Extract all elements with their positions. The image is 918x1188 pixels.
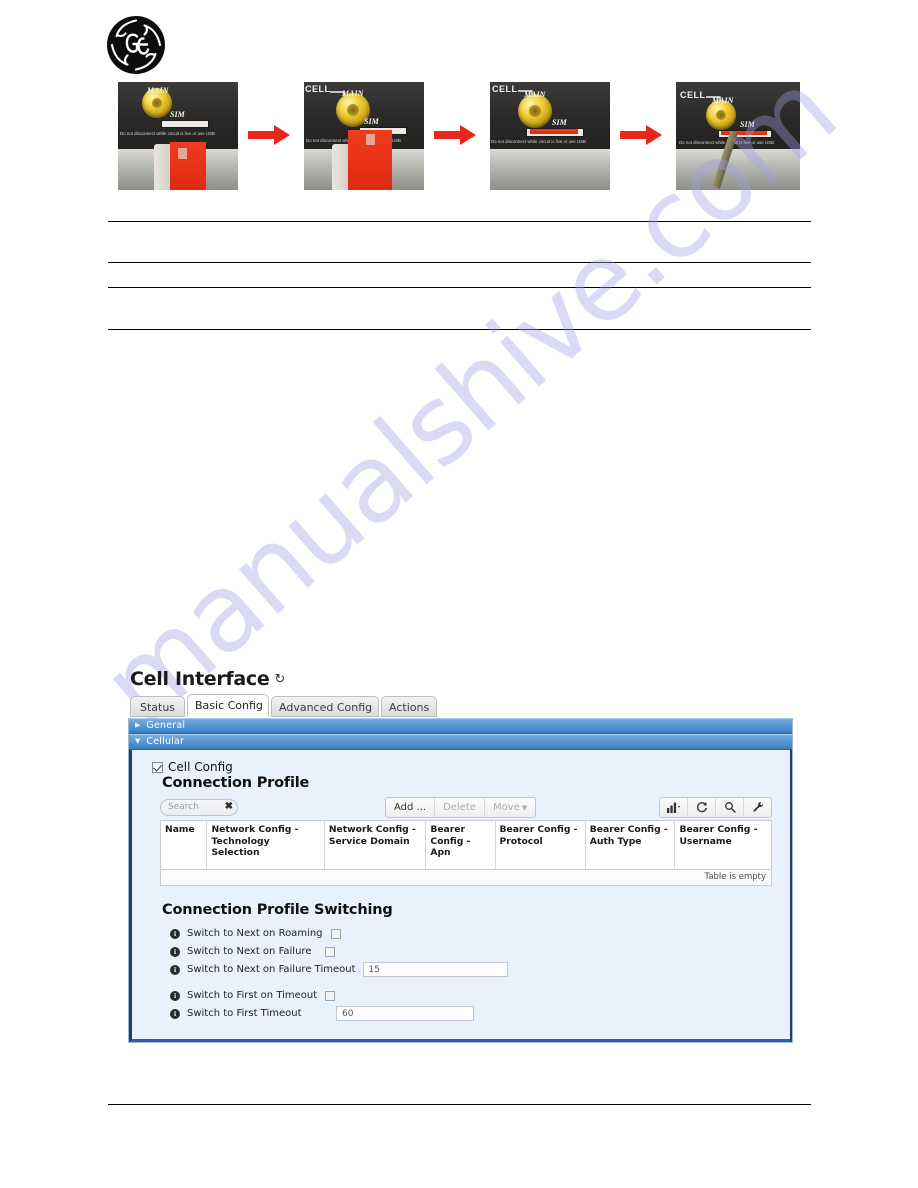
arrow-icon-2 — [434, 124, 476, 146]
section-label-cellular: Cellular — [146, 736, 185, 747]
chevron-right-icon: ▶ — [135, 721, 141, 729]
refresh-icon[interactable] — [688, 797, 716, 817]
cell-config-checkbox[interactable] — [152, 761, 163, 773]
photo-sim-insert-step-3: CELL MAIN SIM Do not disconnect while ci… — [490, 82, 610, 190]
page-title: Cell Interface ↻ — [130, 668, 793, 690]
table-header-row: Name Network Config - Technology Selecti… — [160, 820, 772, 870]
field-label: Switch to Next on Roaming — [187, 928, 323, 939]
info-icon[interactable]: i — [170, 990, 180, 1001]
field-label: Switch to Next on Failure Timeout — [187, 964, 356, 975]
move-button[interactable]: Move ▼ — [485, 798, 535, 817]
tab-advanced-config[interactable]: Advanced Config — [271, 696, 379, 717]
section-label-general: General — [146, 720, 186, 731]
search-clear-icon[interactable]: ✖ — [225, 802, 235, 812]
section-header-general[interactable]: ▶ General — [129, 718, 792, 734]
field-switch-next-on-failure-timeout: i Switch to Next on Failure Timeout 15 — [170, 961, 790, 979]
col-name[interactable]: Name — [160, 820, 208, 870]
table-empty-row: Table is empty — [160, 869, 772, 885]
cell-config-label: Cell Config — [168, 760, 233, 774]
section-divider-1 — [108, 221, 811, 222]
tab-status[interactable]: Status — [130, 696, 185, 717]
field-switch-first-timeout: i Switch to First Timeout 60 — [170, 1005, 790, 1023]
table-view-buttons — [659, 796, 772, 818]
connection-profile-switching-heading: Connection Profile Switching — [162, 901, 393, 918]
field-label: Switch to First on Timeout — [187, 990, 318, 1001]
config-panel: ▶ General ▼ Cellular Cell Config Connect… — [128, 718, 793, 1043]
switch-first-timeout-input[interactable]: 60 — [336, 1006, 474, 1021]
col-bearer-protocol[interactable]: Bearer Config - Protocol — [495, 820, 586, 870]
cell-interface-screenshot: Cell Interface ↻ Status Basic Config Adv… — [128, 668, 793, 1043]
section-header-cellular[interactable]: ▼ Cellular — [129, 734, 792, 750]
caret-down-icon: ▼ — [521, 803, 528, 812]
field-label: Switch to Next on Failure — [187, 946, 312, 957]
info-icon[interactable]: i — [170, 1008, 180, 1019]
wrench-icon[interactable] — [744, 798, 771, 817]
info-icon[interactable]: i — [170, 964, 180, 975]
col-bearer-apn[interactable]: Bearer Config - Apn — [425, 820, 496, 870]
col-bearer-username[interactable]: Bearer Config - Username — [674, 820, 772, 870]
move-button-label: Move — [492, 801, 520, 813]
photo-sim-insert-step-1: MAIN SIM Do not disconnect while circuit… — [118, 82, 238, 190]
field-switch-next-on-failure: i Switch to Next on Failure — [170, 943, 790, 961]
page-title-text: Cell Interface — [130, 668, 270, 690]
col-network-technology-selection[interactable]: Network Config - Technology Selection — [206, 820, 325, 870]
search-icon[interactable] — [716, 797, 744, 817]
switch-next-on-failure-checkbox[interactable] — [325, 946, 336, 957]
field-switch-next-on-roaming: i Switch to Next on Roaming — [170, 925, 790, 943]
sim-installation-photo-sequence: MAIN SIM Do not disconnect while circuit… — [118, 82, 800, 190]
switch-next-on-failure-timeout-input[interactable]: 15 — [362, 962, 508, 977]
arrow-icon-3 — [620, 124, 662, 146]
search-input[interactable]: Search ✖ — [160, 798, 238, 816]
section-divider-4 — [108, 329, 811, 330]
cell-config-row: Cell Config — [152, 760, 790, 774]
chart-icon[interactable] — [660, 797, 688, 817]
tab-bar: Status Basic Config Advanced Config Acti… — [130, 694, 793, 718]
footer-divider — [108, 1104, 811, 1105]
field-switch-first-on-timeout: i Switch to First on Timeout — [170, 987, 790, 1005]
photo-sim-insert-step-4: CELL MAIN SIM Do not disconnect while ci… — [676, 82, 800, 190]
tab-basic-config[interactable]: Basic Config — [187, 694, 269, 717]
connection-profile-toolbar: Search ✖ Add ... Delete Move ▼ — [160, 796, 772, 818]
col-bearer-auth-type[interactable]: Bearer Config - Auth Type — [585, 820, 676, 870]
section-divider-3 — [108, 287, 811, 288]
connection-profile-heading: Connection Profile — [162, 775, 310, 791]
chevron-down-icon: ▼ — [135, 737, 141, 745]
refresh-icon[interactable]: ↻ — [274, 672, 285, 687]
info-icon[interactable]: i — [170, 946, 180, 957]
arrow-icon-1 — [248, 124, 290, 146]
switch-first-on-timeout-checkbox[interactable] — [325, 990, 336, 1001]
field-label: Switch to First Timeout — [187, 1008, 302, 1019]
ge-monogram-logo — [106, 15, 166, 75]
tab-actions[interactable]: Actions — [381, 696, 437, 717]
delete-button[interactable]: Delete — [435, 797, 485, 817]
table-empty-message: Table is empty — [160, 869, 772, 885]
connection-profile-table: Name Network Config - Technology Selecti… — [160, 820, 772, 886]
cellular-content: Cell Config Connection Profile Search ✖ … — [129, 750, 792, 1042]
table-action-buttons: Add ... Delete Move ▼ — [385, 796, 537, 818]
search-placeholder: Search — [168, 802, 199, 812]
section-divider-2 — [108, 262, 811, 263]
photo-sim-insert-step-2: CELL MAIN SIM Do not disconnect while ci… — [304, 82, 424, 190]
info-icon[interactable]: i — [170, 928, 180, 939]
add-button[interactable]: Add ... — [386, 797, 436, 817]
switch-next-on-roaming-checkbox[interactable] — [330, 928, 341, 939]
col-network-service-domain[interactable]: Network Config - Service Domain — [324, 820, 427, 870]
